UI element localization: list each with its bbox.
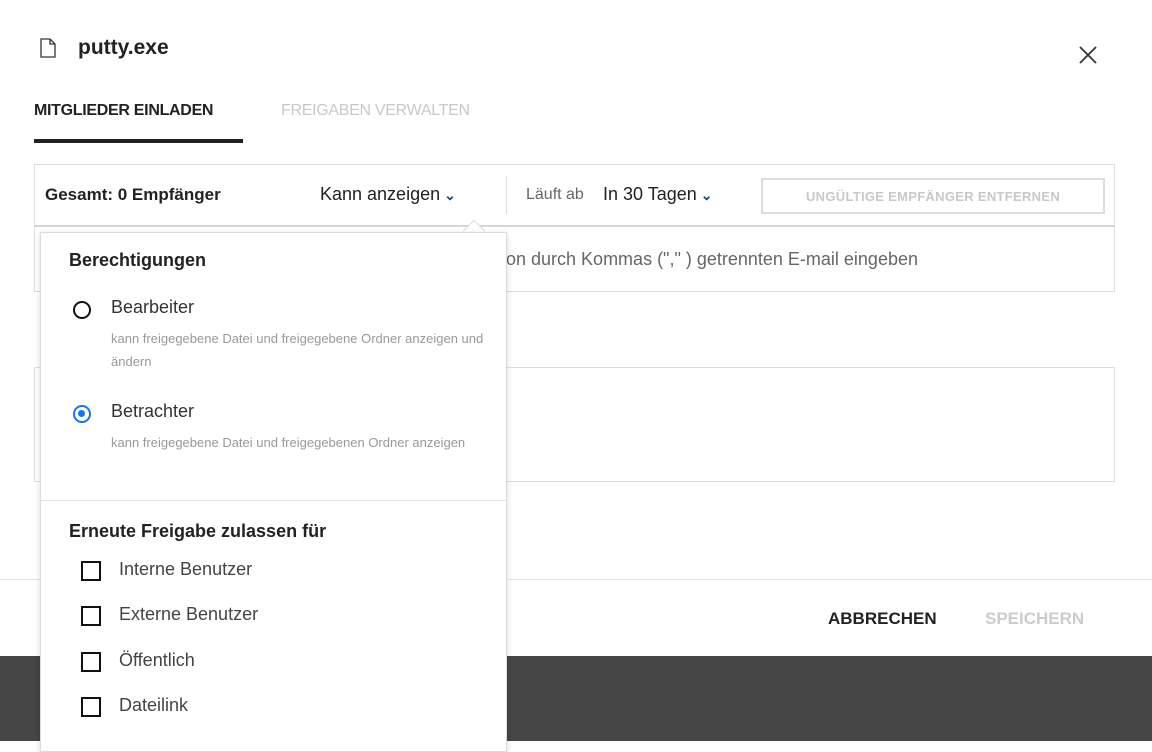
permission-value: Kann anzeigen — [320, 184, 441, 204]
chevron-down-icon: ⌄ — [444, 187, 456, 203]
checkbox-icon[interactable] — [81, 697, 101, 717]
permissions-heading: Berechtigungen — [69, 250, 207, 270]
checkbox-label: Öffentlich — [119, 650, 195, 670]
checkbox-icon[interactable] — [81, 652, 101, 672]
tab-invite-members[interactable]: MITGLIEDER EINLADEN — [34, 102, 214, 120]
recipient-total: Gesamt: 0 Empfänger — [45, 185, 221, 204]
permission-dropdown[interactable]: Kann anzeigen ⌄ — [320, 184, 456, 205]
option-label: Betrachter — [111, 401, 195, 421]
popup-divider — [41, 500, 506, 501]
checkbox-label: Interne Benutzer — [119, 559, 253, 579]
save-button[interactable]: SPEICHERN — [985, 609, 1084, 629]
permissions-popup: Berechtigungen Bearbeiter kann freigegeb… — [40, 232, 507, 752]
tab-manage-shares[interactable]: FREIGABEN VERWALTEN — [281, 102, 470, 120]
option-description: kann freigegebene Datei und freigegebene… — [111, 435, 466, 450]
dialog-title: putty.exe — [78, 36, 169, 59]
checkbox-icon[interactable] — [81, 561, 101, 581]
option-description: kann freigegebene Datei und freigegebene… — [111, 331, 484, 369]
radio-unchecked-icon[interactable] — [73, 301, 91, 319]
expires-dropdown[interactable]: In 30 Tagen ⌄ — [603, 184, 713, 205]
recipient-input-placeholder: on durch Kommas ("," ) getrennten E-mail… — [506, 249, 918, 269]
file-icon — [40, 38, 56, 58]
option-label: Bearbeiter — [111, 297, 195, 317]
remove-invalid-recipients-button[interactable]: UNGÜLTIGE EMPFÄNGER ENTFERNEN — [761, 178, 1105, 214]
radio-checked-icon[interactable] — [73, 405, 91, 423]
divider — [506, 176, 507, 214]
checkbox-icon[interactable] — [81, 606, 101, 626]
close-icon[interactable] — [1076, 43, 1100, 67]
expires-value: In 30 Tagen — [603, 184, 697, 204]
checkbox-label: Dateilink — [119, 695, 189, 715]
reshare-heading: Erneute Freigabe zulassen für — [69, 521, 327, 541]
chevron-down-icon: ⌄ — [700, 187, 713, 203]
expires-label: Läuft ab — [526, 186, 584, 203]
checkbox-label: Externe Benutzer — [119, 604, 259, 624]
active-tab-indicator — [34, 139, 243, 143]
cancel-button[interactable]: ABBRECHEN — [828, 609, 937, 629]
